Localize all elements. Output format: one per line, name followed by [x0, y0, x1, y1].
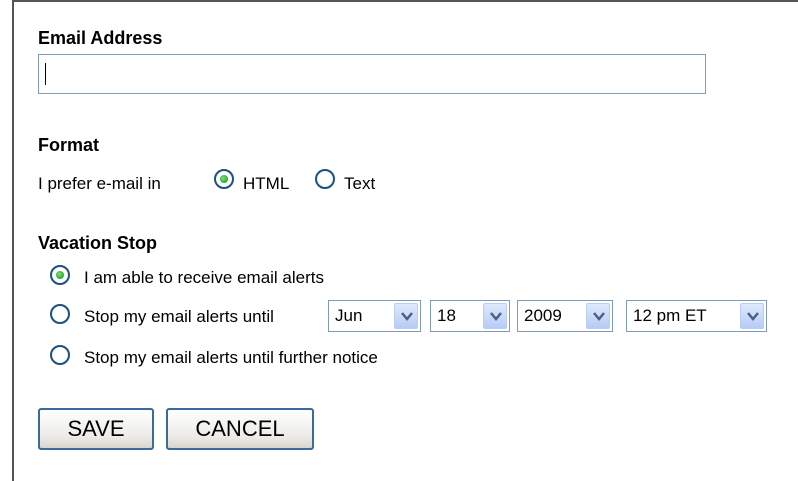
- month-select[interactable]: Jun: [328, 300, 421, 332]
- vacation-receive-radio[interactable]: [50, 265, 70, 285]
- month-select-value: Jun: [335, 306, 363, 325]
- format-text-radio[interactable]: [315, 169, 335, 189]
- chevron-down-icon[interactable]: [483, 303, 507, 329]
- year-select[interactable]: 2009: [517, 300, 613, 332]
- vacation-further-notice-label[interactable]: Stop my email alerts until further notic…: [84, 348, 378, 368]
- chevron-down-icon[interactable]: [740, 303, 764, 329]
- cancel-button[interactable]: CANCEL: [166, 408, 314, 450]
- year-select-value: 2009: [524, 306, 562, 325]
- email-address-label: Email Address: [38, 28, 163, 48]
- format-html-radio[interactable]: [214, 169, 234, 189]
- time-select-value: 12 pm ET: [633, 306, 707, 325]
- vacation-stop-until-label[interactable]: Stop my email alerts until: [84, 307, 274, 327]
- format-text-label[interactable]: Text: [344, 174, 375, 194]
- day-select-value: 18: [437, 306, 456, 325]
- format-title: Format: [38, 135, 100, 155]
- vacation-stop-title: Vacation Stop: [38, 233, 158, 253]
- email-preferences-form: Email Address Format I prefer e-mail in …: [12, 0, 798, 481]
- email-field[interactable]: [38, 54, 706, 94]
- save-button[interactable]: SAVE: [38, 408, 154, 450]
- vacation-further-notice-radio[interactable]: [50, 345, 70, 365]
- day-select[interactable]: 18: [430, 300, 510, 332]
- format-prompt: I prefer e-mail in: [38, 174, 161, 193]
- chevron-down-icon[interactable]: [394, 303, 418, 329]
- time-select[interactable]: 12 pm ET: [626, 300, 767, 332]
- format-html-label[interactable]: HTML: [243, 174, 289, 194]
- text-caret: [45, 63, 46, 85]
- vacation-receive-label[interactable]: I am able to receive email alerts: [84, 268, 324, 288]
- chevron-down-icon[interactable]: [586, 303, 610, 329]
- vacation-stop-until-radio[interactable]: [50, 304, 70, 324]
